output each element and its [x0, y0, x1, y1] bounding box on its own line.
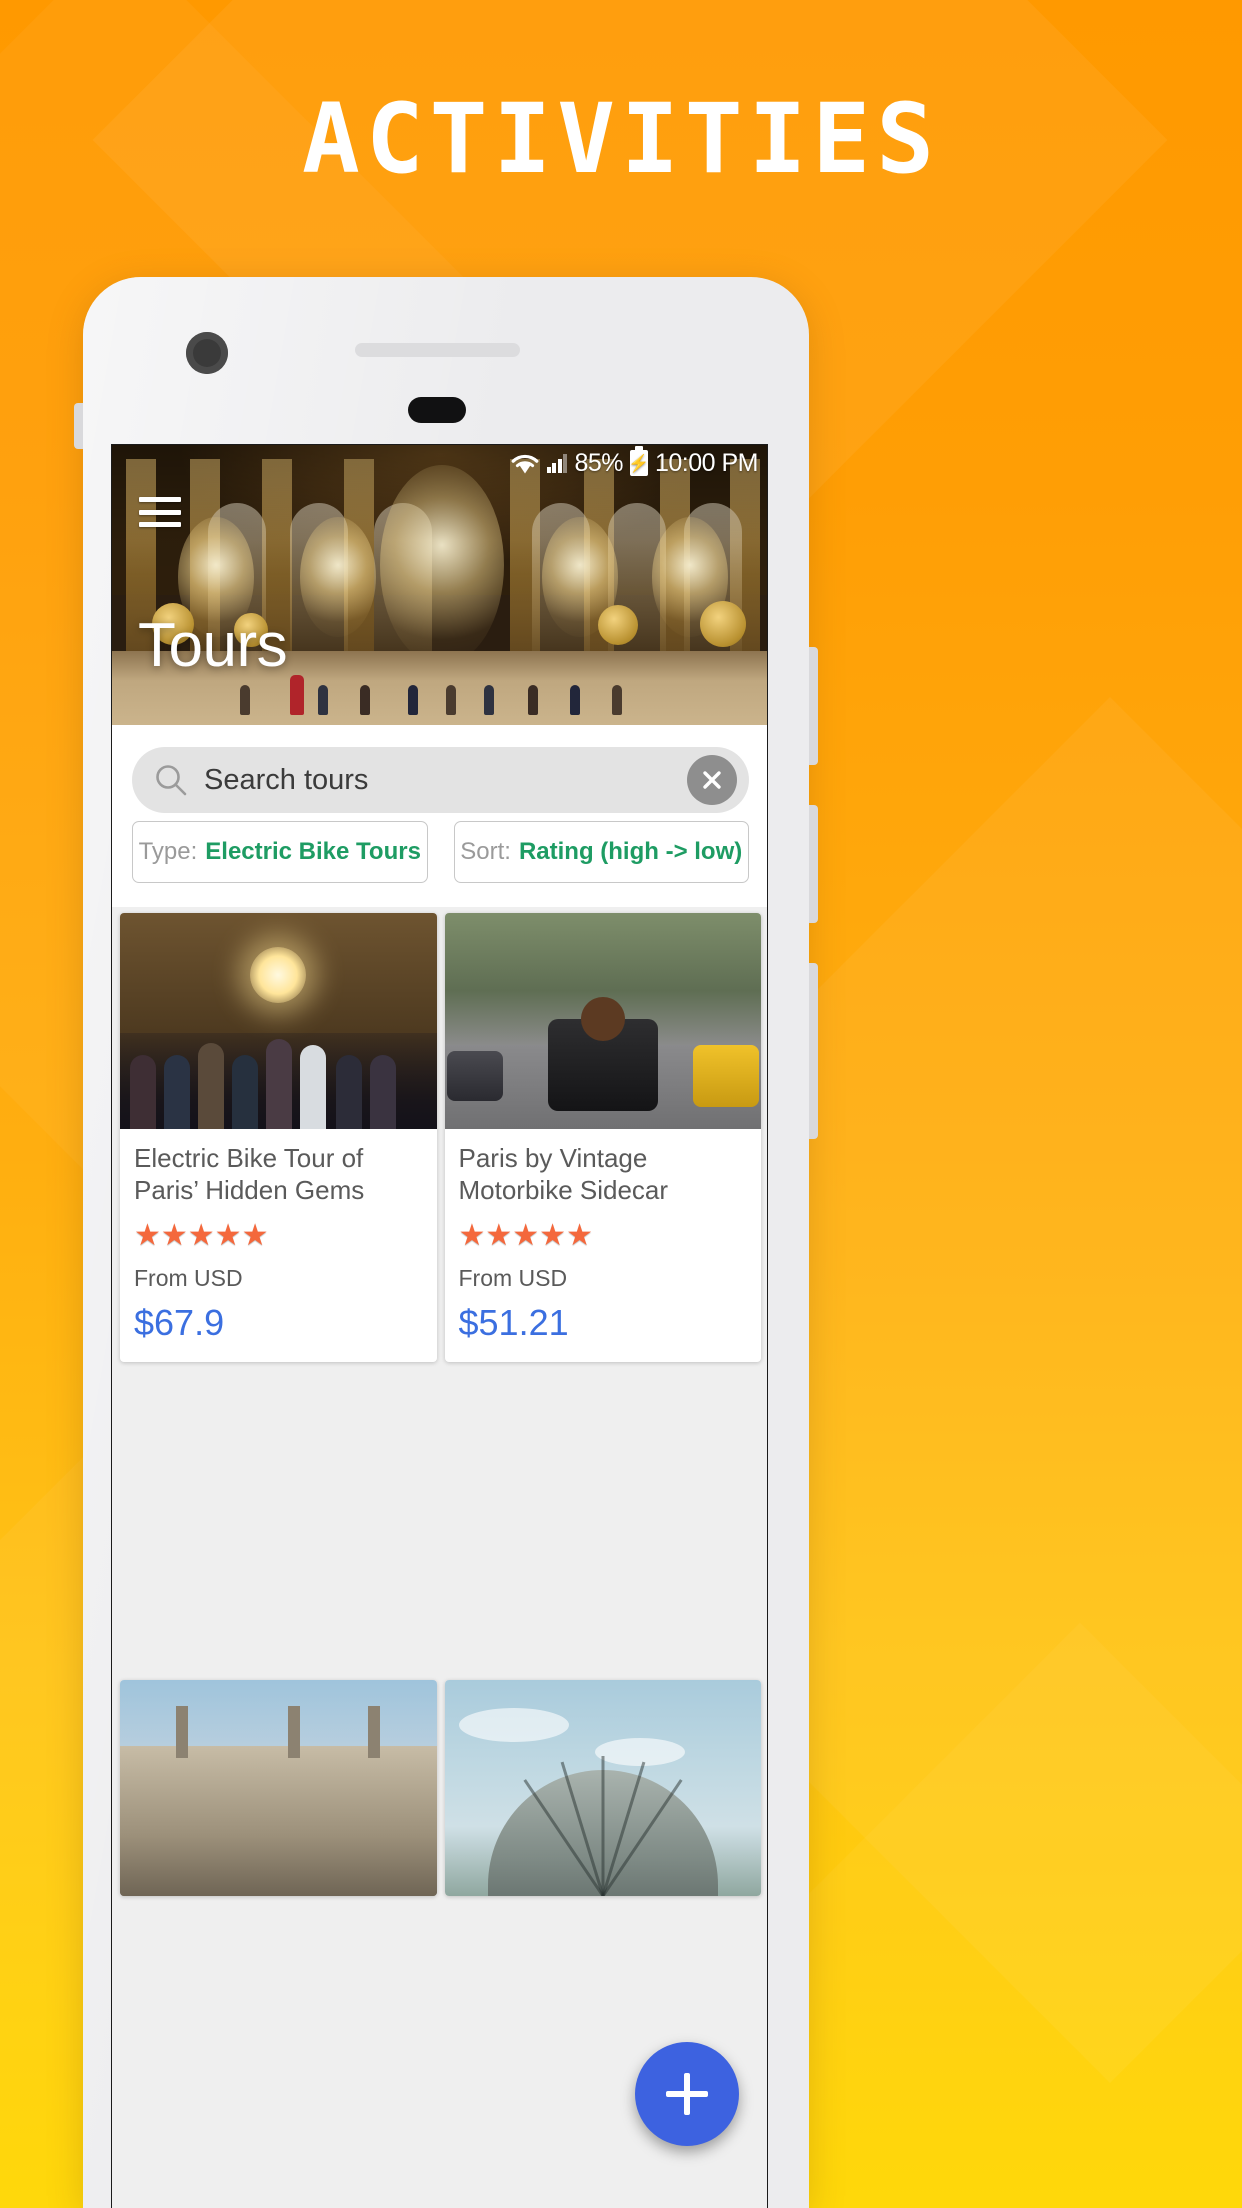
phone-volume-down-button[interactable] [809, 805, 818, 923]
tour-card-price: $67.9 [134, 1302, 225, 1343]
app-screen: Tours 85% ⚡ 10:00 PM Search tours Type: … [111, 444, 768, 2208]
search-icon [154, 763, 188, 797]
cellular-signal-icon [546, 453, 568, 473]
hero-scrim [112, 445, 767, 725]
hero-image: Tours [112, 445, 767, 725]
wifi-icon [510, 452, 540, 475]
tour-card-grid: Electric Bike Tour of Paris’ Hidden Gems… [112, 907, 767, 2208]
front-camera-icon [186, 332, 228, 374]
tour-card-image [444, 1680, 761, 1896]
phone-power-button[interactable] [809, 963, 818, 1139]
battery-charging-icon: ⚡ [628, 446, 650, 476]
tour-card-image [444, 913, 761, 1129]
filter-chip-sort-label: Sort: [460, 838, 511, 865]
clock-label: 10:00 PM [654, 448, 759, 477]
tour-card-title: Electric Bike Tour of Paris’ Hidden Gems [134, 1143, 365, 1205]
filter-chip-sort-value: Rating (high -> low) [518, 838, 743, 865]
tour-card-image [120, 913, 437, 1129]
promo-banner: ACTIVITIES Tours 85% ⚡ 10:00 PM Search t… [0, 0, 1242, 2208]
status-bar: 85% ⚡ 10:00 PM [112, 445, 767, 481]
page-title: Tours [138, 611, 288, 680]
sensor-notch [408, 397, 466, 423]
tour-card-rating: ★★★★★ [134, 1219, 269, 1252]
hamburger-menu-icon[interactable] [139, 497, 181, 527]
plus-icon [684, 2073, 690, 2115]
phone-mockup: Tours 85% ⚡ 10:00 PM Search tours Type: … [74, 277, 818, 2208]
filter-chip-sort[interactable]: Sort: Rating (high -> low) [453, 821, 749, 883]
filter-chip-row: Type: Electric Bike Tours Sort: Rating (… [112, 821, 767, 883]
tour-card[interactable]: Electric Bike Tour of Paris’ Hidden Gems… [116, 907, 441, 1674]
promo-headline: ACTIVITIES [302, 83, 940, 195]
phone-left-button[interactable] [74, 403, 83, 449]
search-input[interactable]: Search tours [132, 747, 749, 813]
add-button[interactable] [635, 2042, 739, 2146]
tour-card[interactable] [116, 1674, 441, 2208]
tour-card[interactable]: Paris by Vintage Motorbike Sidecar ★★★★★… [441, 907, 766, 1674]
close-icon[interactable] [687, 755, 737, 805]
search-input-value[interactable]: Search tours [204, 764, 687, 797]
filter-chip-type[interactable]: Type: Electric Bike Tours [132, 821, 428, 883]
phone-volume-up-button[interactable] [809, 647, 818, 765]
filter-chip-type-label: Type: [138, 838, 198, 865]
tour-card-from-label: From USD [134, 1265, 243, 1291]
tour-card-title: Paris by Vintage Motorbike Sidecar [458, 1143, 669, 1205]
tour-card-price: $51.21 [458, 1302, 569, 1343]
tour-card-image [120, 1680, 437, 1896]
tour-card-from-label: From USD [458, 1265, 568, 1291]
battery-percent-label: 85% [574, 448, 623, 477]
tour-card-rating: ★★★★★ [458, 1219, 593, 1252]
filter-chip-type-value: Electric Bike Tours [205, 838, 421, 865]
search-section: Search tours [112, 725, 767, 827]
earpiece-speaker [355, 343, 520, 357]
